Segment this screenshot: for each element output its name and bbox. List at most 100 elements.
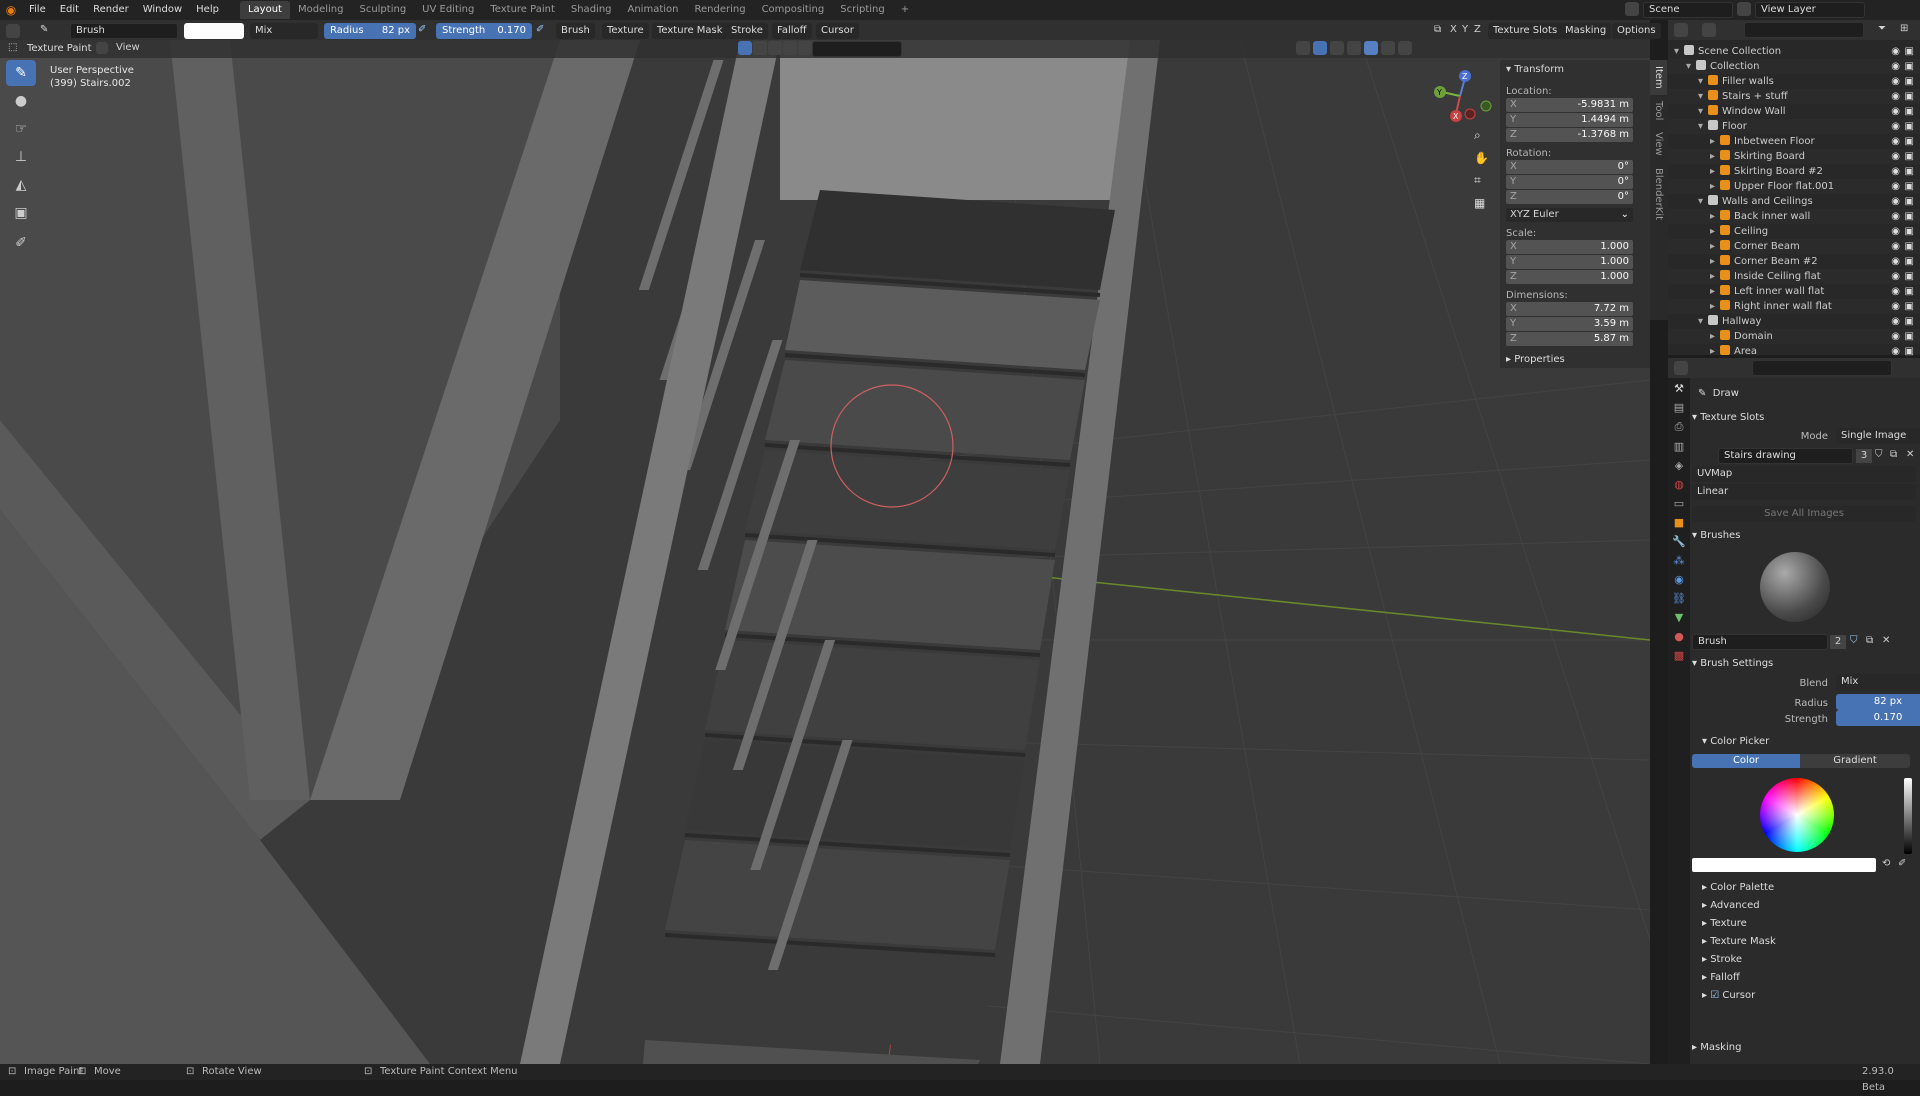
expand-arrow-icon[interactable]: ▸ xyxy=(1710,209,1720,224)
outliner-row[interactable]: ▾ Walls and Ceilings ◉ ▣ xyxy=(1668,194,1920,209)
render-camera-icon[interactable]: ▣ xyxy=(1905,284,1914,299)
texture-tab-icon[interactable]: ▩ xyxy=(1674,649,1684,662)
color-tab[interactable]: Color xyxy=(1692,754,1800,768)
new-collection-icon[interactable]: ⊞ xyxy=(1900,23,1908,34)
render-tab-icon[interactable]: ▤ xyxy=(1674,401,1684,414)
render-camera-icon[interactable]: ▣ xyxy=(1905,194,1914,209)
render-camera-icon[interactable]: ▣ xyxy=(1905,59,1914,74)
outliner-row[interactable]: ▸ Skirting Board #2 ◉ ▣ xyxy=(1668,164,1920,179)
options-popover[interactable]: Options xyxy=(1612,23,1661,39)
object-tab-icon[interactable]: ■ xyxy=(1674,516,1684,529)
menu-render[interactable]: Render xyxy=(86,0,136,20)
visibility-eye-icon[interactable]: ◉ xyxy=(1891,254,1900,269)
image-name-field[interactable]: Stairs drawing xyxy=(1718,448,1853,464)
visibility-eye-icon[interactable]: ◉ xyxy=(1891,284,1900,299)
view-menu[interactable]: View xyxy=(116,42,140,53)
xray-toggle-icon[interactable] xyxy=(1330,41,1344,55)
brush-preview-thumbnail[interactable] xyxy=(1760,552,1830,622)
expand-arrow-icon[interactable]: ▸ xyxy=(1710,299,1720,314)
section-header-texture[interactable]: ▸ Texture xyxy=(1702,918,1747,929)
visibility-eye-icon[interactable]: ◉ xyxy=(1891,329,1900,344)
brushes-header[interactable]: ▾ Brushes xyxy=(1692,530,1740,541)
render-camera-icon[interactable]: ▣ xyxy=(1905,329,1914,344)
camera-view-icon[interactable]: ⌗ xyxy=(1474,173,1489,188)
cursor-menu[interactable]: Cursor xyxy=(816,23,859,39)
current-color-swatch[interactable] xyxy=(1692,858,1876,872)
outliner-row[interactable]: ▸ Back inner wall ◉ ▣ xyxy=(1668,209,1920,224)
3d-viewport[interactable] xyxy=(0,40,1650,1064)
texture-slots-header[interactable]: ▾ Texture Slots xyxy=(1692,412,1764,423)
blend-mode-dropdown[interactable]: Mix xyxy=(250,23,318,39)
scale-y-field[interactable]: Y 1.000 xyxy=(1506,255,1633,269)
save-all-images-button[interactable]: Save All Images xyxy=(1692,506,1916,522)
visibility-eye-icon[interactable]: ◉ xyxy=(1891,119,1900,134)
outliner-row[interactable]: ▾ Filler walls ◉ ▣ xyxy=(1668,74,1920,89)
face-mask-icon[interactable] xyxy=(753,41,767,55)
render-camera-icon[interactable]: ▣ xyxy=(1905,299,1914,314)
fake-user-shield-icon[interactable]: ⛉ xyxy=(1875,449,1883,460)
value-slider[interactable] xyxy=(1904,778,1912,854)
expand-arrow-icon[interactable]: ▾ xyxy=(1698,119,1708,134)
render-camera-icon[interactable]: ▣ xyxy=(1905,239,1914,254)
outliner-row[interactable]: ▾ Stairs + stuff ◉ ▣ xyxy=(1668,89,1920,104)
expand-arrow-icon[interactable]: ▸ xyxy=(1710,149,1720,164)
display-mode-icon[interactable] xyxy=(1702,23,1716,37)
visibility-eye-icon[interactable]: ◉ xyxy=(1891,134,1900,149)
strength-slider[interactable]: Strength 0.170 xyxy=(436,23,532,39)
swap-colors-icon[interactable]: ⟲ xyxy=(1882,858,1890,869)
rotation-z-field[interactable]: Z 0° xyxy=(1506,190,1633,204)
visibility-eye-icon[interactable]: ◉ xyxy=(1891,164,1900,179)
brush-name-field[interactable]: Brush xyxy=(1692,634,1828,650)
render-camera-icon[interactable]: ▣ xyxy=(1905,89,1914,104)
color-pressure-icon[interactable]: ✐ xyxy=(1898,858,1906,869)
world-tab-icon[interactable]: ◍ xyxy=(1674,478,1684,491)
outliner-row[interactable]: ▾ Scene Collection ◉ ▣ xyxy=(1668,44,1920,59)
soften-tool-icon[interactable]: ● xyxy=(6,88,36,114)
workspace-tab-shading[interactable]: Shading xyxy=(563,1,620,19)
overlay-toggle-icon[interactable] xyxy=(1313,41,1327,55)
material-tab-icon[interactable]: ● xyxy=(1674,630,1684,643)
render-camera-icon[interactable]: ▣ xyxy=(1905,254,1914,269)
strength-pressure-icon[interactable]: ✐ xyxy=(536,24,544,35)
color-wheel[interactable] xyxy=(1760,778,1834,852)
section-header-texture-mask[interactable]: ▸ Texture Mask xyxy=(1702,936,1776,947)
output-tab-icon[interactable]: ⎙ xyxy=(1675,420,1684,434)
texture-mask-menu[interactable]: Texture Mask xyxy=(652,23,728,39)
render-camera-icon[interactable]: ▣ xyxy=(1905,134,1914,149)
dimensions-z-field[interactable]: Z 5.87 m xyxy=(1506,332,1633,346)
expand-arrow-icon[interactable]: ▸ xyxy=(1710,254,1720,269)
filter-icon[interactable]: ⏷ xyxy=(1878,23,1886,34)
shading-wireframe-icon[interactable] xyxy=(1347,41,1361,55)
brush-users-count[interactable]: 2 xyxy=(1830,635,1846,649)
expand-arrow-icon[interactable]: ▸ xyxy=(1710,269,1720,284)
workspace-tab-uv-editing[interactable]: UV Editing xyxy=(414,1,482,19)
workspace-tab-modeling[interactable]: Modeling xyxy=(290,1,352,19)
physics-tab-icon[interactable]: ◉ xyxy=(1674,573,1684,586)
clone-tool-icon[interactable]: ⊥ xyxy=(6,144,36,170)
view-layer-tab-icon[interactable]: ▥ xyxy=(1674,440,1684,453)
collection-tab-icon[interactable]: ▭ xyxy=(1674,497,1684,510)
render-camera-icon[interactable]: ▣ xyxy=(1905,119,1914,134)
properties-editor-type-icon[interactable] xyxy=(1674,361,1688,375)
masking-header[interactable]: ▸ Masking xyxy=(1692,1042,1741,1053)
editor-type-icon[interactable] xyxy=(6,24,20,38)
pan-hand-icon[interactable]: ✋ xyxy=(1474,151,1489,165)
workspace-tab-texture-paint[interactable]: Texture Paint xyxy=(482,1,563,19)
mirror-y-toggle[interactable]: Y xyxy=(1462,24,1468,35)
outliner-row[interactable]: ▸ Upper Floor flat.001 ◉ ▣ xyxy=(1668,179,1920,194)
outliner-editor-type-icon[interactable] xyxy=(1674,23,1688,37)
constraints-tab-icon[interactable]: ⛓ xyxy=(1672,592,1686,605)
render-camera-icon[interactable]: ▣ xyxy=(1905,314,1914,329)
duplicate-brush-icon[interactable]: ⧉ xyxy=(1866,635,1873,646)
brush-color-swatch[interactable] xyxy=(184,23,244,39)
expand-arrow-icon[interactable]: ▸ xyxy=(1710,164,1720,179)
strength-prop-slider[interactable]: 0.170 xyxy=(1836,710,1920,726)
unlink-image-icon[interactable]: ✕ xyxy=(1906,449,1914,460)
annotate-tool-icon[interactable]: ✐ xyxy=(6,230,36,256)
expand-arrow-icon[interactable]: ▸ xyxy=(1710,224,1720,239)
particles-tab-icon[interactable]: ⁂ xyxy=(1674,554,1685,567)
masking-popover[interactable]: Masking xyxy=(1560,23,1612,39)
stroke-menu[interactable]: Stroke xyxy=(726,23,768,39)
rotation-mode-dropdown[interactable]: XYZ Euler ⌄ xyxy=(1506,208,1633,222)
outliner-row[interactable]: ▾ Hallway ◉ ▣ xyxy=(1668,314,1920,329)
